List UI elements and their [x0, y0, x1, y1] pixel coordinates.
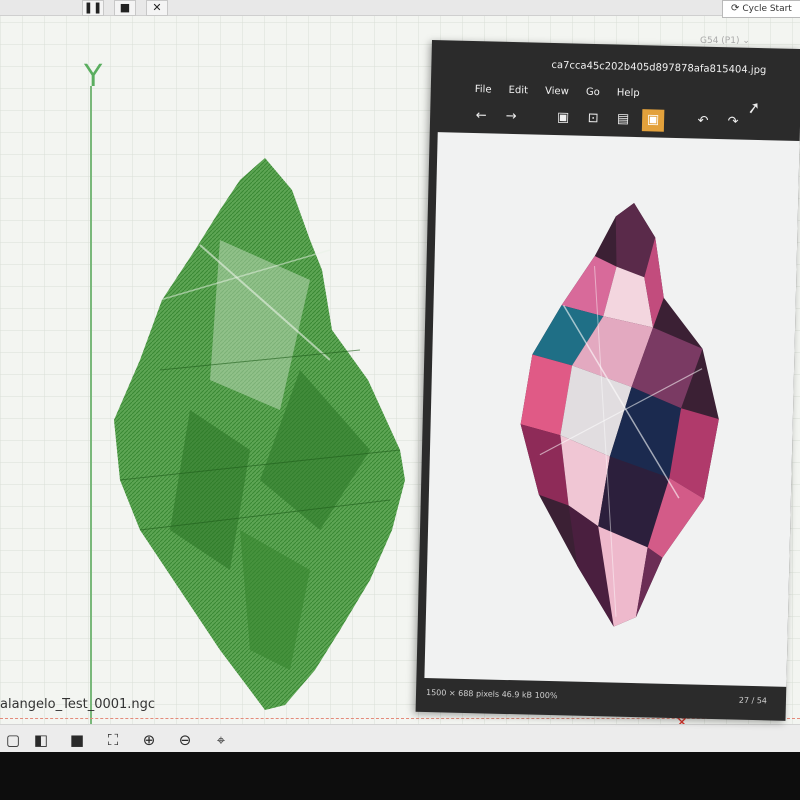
image-index: 27 / 54	[738, 695, 768, 706]
cycle-start-label: Cycle Start	[742, 4, 792, 14]
crosshair-icon[interactable]: ⌖	[212, 731, 230, 749]
fullscreen-icon[interactable]: ▣	[641, 109, 665, 132]
zoom-fit-icon[interactable]: ⊡	[582, 108, 605, 131]
forward-icon[interactable]: →	[500, 106, 523, 129]
status-bar: 1500 × 688 pixels 46.9 kB 100% 27 / 54	[426, 688, 781, 713]
wcs-select-value: G54 (P1)	[700, 36, 740, 46]
zoom-out-icon[interactable]: ⊖	[176, 731, 194, 749]
cube-solid-icon[interactable]: ■	[68, 731, 86, 749]
bottom-toolbar: ▢ ◧ ■ ⛶ ⊕ ⊖ ⌖	[0, 724, 800, 752]
crystal-image	[520, 202, 719, 627]
refresh-icon: ⟳	[731, 3, 740, 14]
window-title: ca7cca45c202b405d897878afa815404.jpg	[551, 59, 767, 77]
zoom-in-icon[interactable]: ⊕	[140, 731, 158, 749]
rotate-right-icon[interactable]: ↷	[722, 111, 745, 134]
zoom-original-icon[interactable]: ▤	[612, 108, 635, 131]
menu-help[interactable]: Help	[617, 88, 640, 100]
image-info: 1500 × 688 pixels 46.9 kB 100%	[425, 688, 558, 701]
image-canvas	[424, 132, 800, 687]
menu-view[interactable]: View	[545, 86, 569, 98]
rotate-left-icon[interactable]: ↶	[692, 110, 715, 133]
cube-front-icon[interactable]: ▢	[4, 731, 22, 749]
toolpath-render	[114, 158, 405, 710]
stop-icon[interactable]: ■	[114, 0, 136, 16]
page-icon[interactable]: ▣	[552, 107, 575, 130]
image-viewer-window: ca7cca45c202b405d897878afa815404.jpg Fil…	[415, 40, 800, 721]
top-toolbar: ❚❚ ■ ✕	[0, 0, 800, 16]
menu-file[interactable]: File	[475, 84, 492, 95]
cube-iso-icon[interactable]: ◧	[32, 731, 50, 749]
file-name-label: alangelo_Test_0001.ngc	[0, 697, 156, 712]
cycle-start-button[interactable]: ⟳ Cycle Start	[722, 0, 800, 18]
back-icon[interactable]: ←	[470, 105, 493, 128]
wcs-select[interactable]: G54 (P1) ⌄	[700, 36, 750, 46]
y-axis-line	[90, 86, 92, 726]
close-icon[interactable]: ✕	[146, 0, 168, 16]
chevron-down-icon: ⌄	[742, 36, 750, 46]
menu-edit[interactable]: Edit	[508, 85, 528, 96]
pause-icon[interactable]: ❚❚	[82, 0, 104, 16]
monitor-screen: ❚❚ ■ ✕ ⟳ Cycle Start G54 (P1) ⌄ Y alange…	[0, 0, 800, 800]
mouse-cursor-icon: ➚	[745, 97, 762, 118]
menu-go[interactable]: Go	[586, 87, 600, 98]
y-axis-label: Y	[84, 59, 103, 94]
fit-view-icon[interactable]: ⛶	[104, 731, 122, 749]
menu-bar: File Edit View Go Help	[475, 77, 652, 99]
